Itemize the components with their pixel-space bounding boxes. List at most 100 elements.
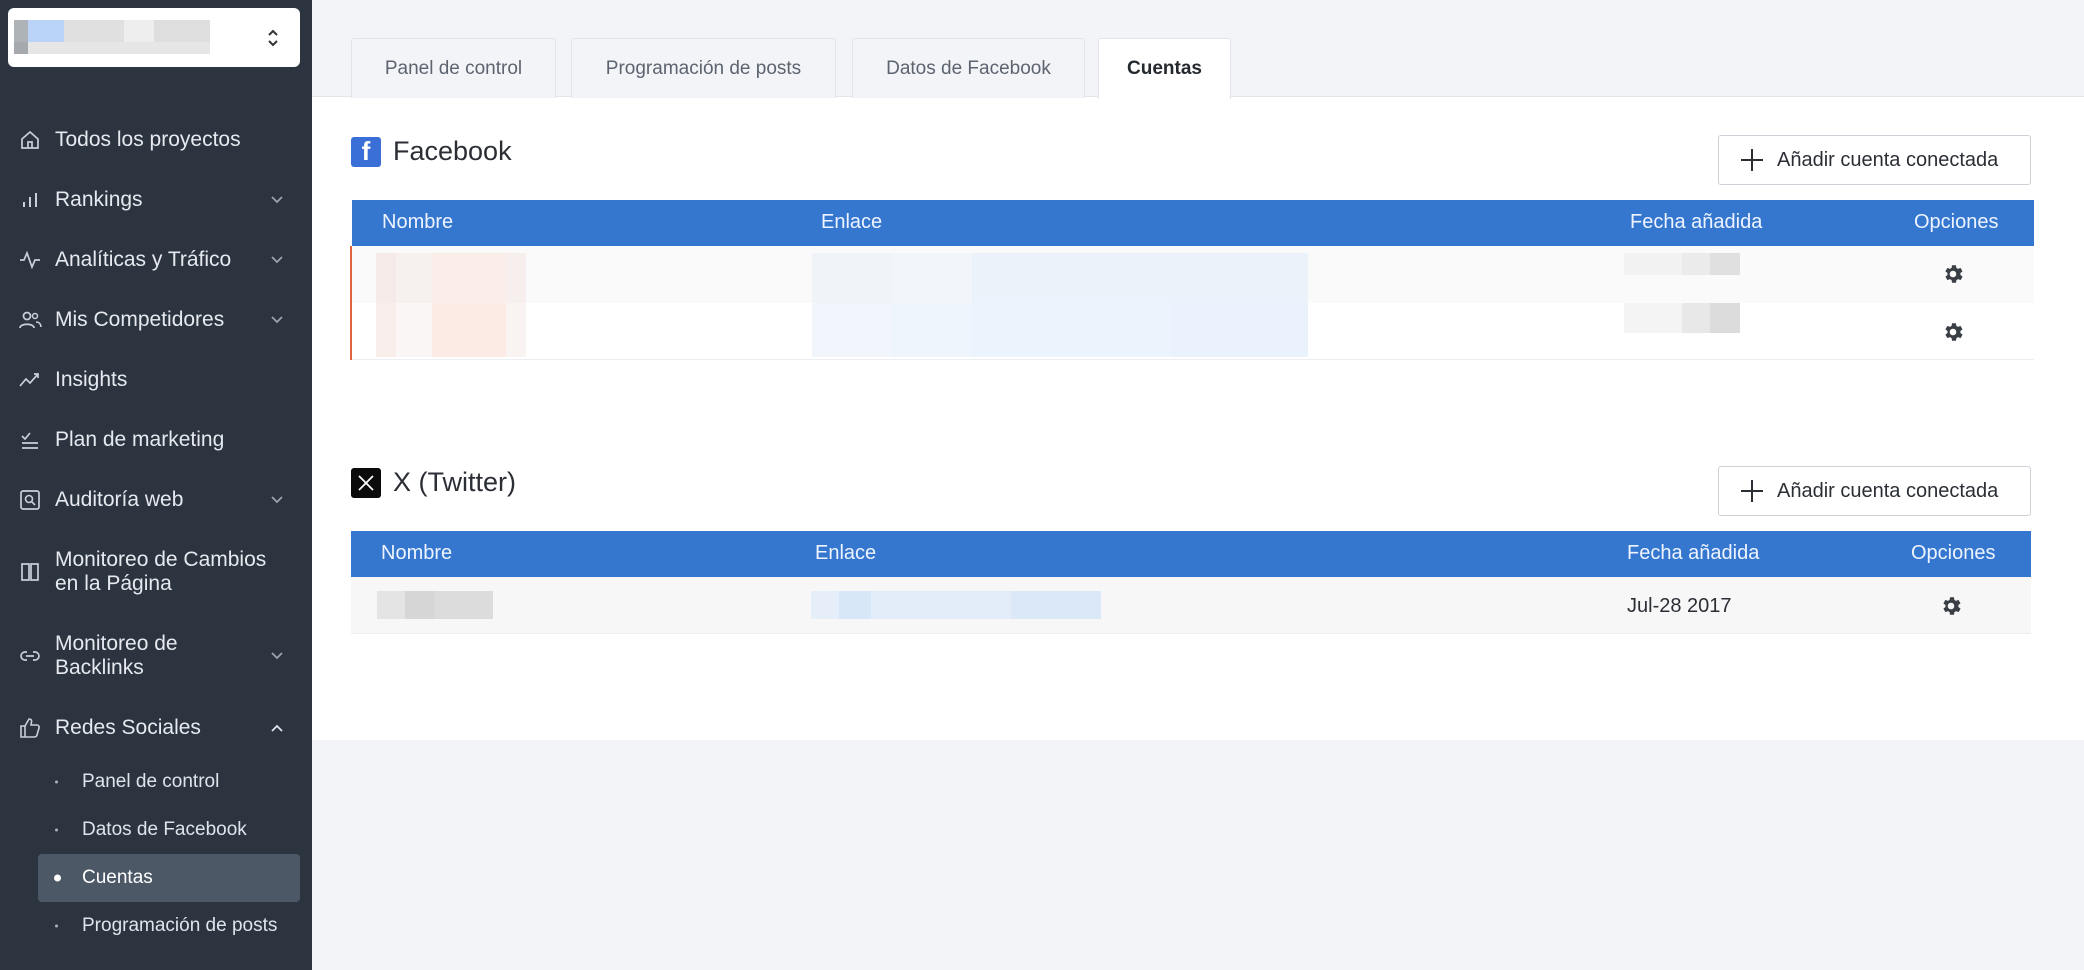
date-redacted bbox=[1624, 253, 1740, 275]
nav-label: Todos los proyectos bbox=[55, 128, 241, 151]
chevron-down-icon bbox=[271, 256, 283, 264]
checklist-icon bbox=[21, 432, 38, 449]
column-header-options: Opciones bbox=[1914, 211, 1999, 233]
settings-gear-icon[interactable] bbox=[1939, 594, 1963, 618]
nav-label: Auditoría web bbox=[55, 488, 184, 511]
facebook-accounts-table: Nombre Enlace Fecha añadida Opciones bbox=[350, 200, 2034, 362]
nav-label-line-2: en la Página bbox=[55, 572, 172, 595]
sub-nav-label: Panel de control bbox=[82, 771, 220, 792]
nav-page-changes[interactable]: Monitoreo de Cambios en la Página bbox=[0, 530, 312, 614]
sub-nav-label: Datos de Facebook bbox=[82, 819, 247, 840]
date-redacted bbox=[1624, 303, 1740, 333]
column-header-link: Enlace bbox=[815, 542, 877, 564]
bullet-icon bbox=[55, 780, 58, 784]
link-icon bbox=[20, 651, 40, 661]
sub-nav-label: Programación de posts bbox=[82, 915, 278, 936]
sub-nav-label: Cuentas bbox=[82, 867, 153, 888]
column-header-date: Fecha añadida bbox=[1630, 211, 1763, 233]
nav-label: Plan de marketing bbox=[55, 428, 225, 451]
nav-competitors[interactable]: Mis Competidores bbox=[0, 290, 312, 350]
nav-all-projects[interactable]: Todos los proyectos bbox=[0, 110, 312, 170]
sub-nav-facebook-data[interactable]: Datos de Facebook bbox=[0, 806, 312, 854]
nav-backlinks[interactable]: Monitoreo de Backlinks bbox=[0, 614, 312, 698]
chevron-updown-icon bbox=[268, 29, 278, 47]
facebook-logo-icon: f bbox=[351, 136, 381, 167]
chevron-down-icon bbox=[271, 496, 283, 504]
section-title-text: Facebook bbox=[393, 136, 512, 166]
tabs-bar: Panel de control Programación de posts D… bbox=[312, 0, 2084, 99]
book-icon bbox=[21, 563, 39, 581]
tab-facebook-data[interactable]: Datos de Facebook bbox=[852, 38, 1085, 98]
nav-label: Monitoreo de Cambios en la Página bbox=[55, 548, 266, 596]
bullet-icon bbox=[54, 874, 61, 882]
nav-label: Analíticas y Tráfico bbox=[55, 248, 232, 271]
column-header-options: Opciones bbox=[1911, 542, 1996, 564]
table-row bbox=[352, 303, 2034, 360]
project-name-redacted bbox=[14, 20, 210, 42]
add-facebook-account-button[interactable]: Añadir cuenta conectada bbox=[1718, 135, 2031, 185]
nav-label: Mis Competidores bbox=[55, 308, 225, 331]
tab-accounts[interactable]: Cuentas bbox=[1098, 38, 1231, 99]
users-icon bbox=[19, 311, 42, 329]
button-label: Añadir cuenta conectada bbox=[1777, 148, 1999, 171]
nav-rankings[interactable]: Rankings bbox=[0, 170, 312, 230]
x-logo-icon bbox=[351, 467, 381, 498]
nav-label: Insights bbox=[55, 368, 128, 391]
nav-label-line-1: Monitoreo de Cambios bbox=[55, 548, 267, 571]
nav-analytics[interactable]: Analíticas y Tráfico bbox=[0, 230, 312, 290]
facebook-section-title: f Facebook bbox=[351, 136, 512, 167]
tab-dashboard[interactable]: Panel de control bbox=[351, 38, 556, 98]
home-icon bbox=[21, 130, 39, 149]
bullet-icon bbox=[55, 828, 58, 832]
main-content: Panel de control Programación de posts D… bbox=[312, 0, 2084, 740]
sidebar-nav: Todos los proyectos Rankings Analíticas … bbox=[0, 110, 312, 950]
name-redacted bbox=[376, 303, 526, 357]
chevron-down-icon bbox=[271, 196, 283, 204]
nav-label-line-2: Backlinks bbox=[55, 656, 144, 679]
column-header-link: Enlace bbox=[821, 211, 883, 233]
chevron-down-icon bbox=[271, 652, 283, 660]
link-redacted bbox=[811, 591, 1101, 619]
nav-label: Monitoreo de Backlinks bbox=[55, 632, 178, 680]
chevron-down-icon bbox=[271, 316, 283, 324]
twitter-section-title: X (Twitter) bbox=[351, 467, 516, 498]
trend-icon bbox=[19, 373, 39, 387]
table-header: Nombre Enlace Fecha añadida Opciones bbox=[352, 200, 2034, 246]
nav-label: Redes Sociales bbox=[55, 716, 201, 739]
sub-nav-dashboard[interactable]: Panel de control bbox=[0, 758, 312, 806]
project-domain-redacted bbox=[14, 42, 210, 54]
column-header-name: Nombre bbox=[382, 211, 454, 233]
sub-nav-accounts[interactable]: Cuentas bbox=[38, 854, 300, 902]
add-twitter-account-button[interactable]: Añadir cuenta conectada bbox=[1718, 466, 2031, 516]
project-selector[interactable] bbox=[8, 8, 300, 67]
table-row bbox=[352, 246, 2034, 303]
link-redacted bbox=[812, 303, 1308, 357]
nav-insights[interactable]: Insights bbox=[0, 350, 312, 410]
nav-social[interactable]: Redes Sociales bbox=[0, 698, 312, 758]
settings-gear-icon[interactable] bbox=[1941, 320, 1965, 344]
tab-post-scheduling[interactable]: Programación de posts bbox=[571, 38, 836, 98]
bullet-icon bbox=[55, 924, 58, 928]
table-row: Jul-28 2017 bbox=[351, 577, 2031, 634]
audit-icon bbox=[20, 490, 40, 510]
nav-label: Rankings bbox=[55, 188, 143, 211]
nav-marketing-plan[interactable]: Plan de marketing bbox=[0, 410, 312, 470]
column-header-date: Fecha añadida bbox=[1627, 542, 1760, 564]
nav-label-line-1: Monitoreo de bbox=[55, 632, 178, 655]
link-redacted bbox=[812, 253, 1308, 303]
bar-chart-icon bbox=[23, 193, 37, 207]
section-title-text: X (Twitter) bbox=[393, 467, 517, 497]
name-redacted bbox=[376, 253, 526, 303]
plus-icon bbox=[1741, 480, 1763, 502]
button-label: Añadir cuenta conectada bbox=[1777, 479, 1999, 502]
date-added: Jul-28 2017 bbox=[1627, 595, 1732, 617]
chevron-up-icon bbox=[271, 724, 283, 732]
thumbs-up-icon bbox=[20, 718, 40, 738]
name-redacted bbox=[377, 591, 493, 619]
table-header: Nombre Enlace Fecha añadida Opciones bbox=[351, 531, 2031, 577]
nav-site-audit[interactable]: Auditoría web bbox=[0, 470, 312, 530]
x-glyph-icon bbox=[358, 474, 374, 491]
settings-gear-icon[interactable] bbox=[1941, 262, 1965, 286]
sub-nav-post-scheduling[interactable]: Programación de posts bbox=[0, 902, 312, 950]
twitter-accounts-table: Nombre Enlace Fecha añadida Opciones Jul… bbox=[351, 531, 2031, 636]
